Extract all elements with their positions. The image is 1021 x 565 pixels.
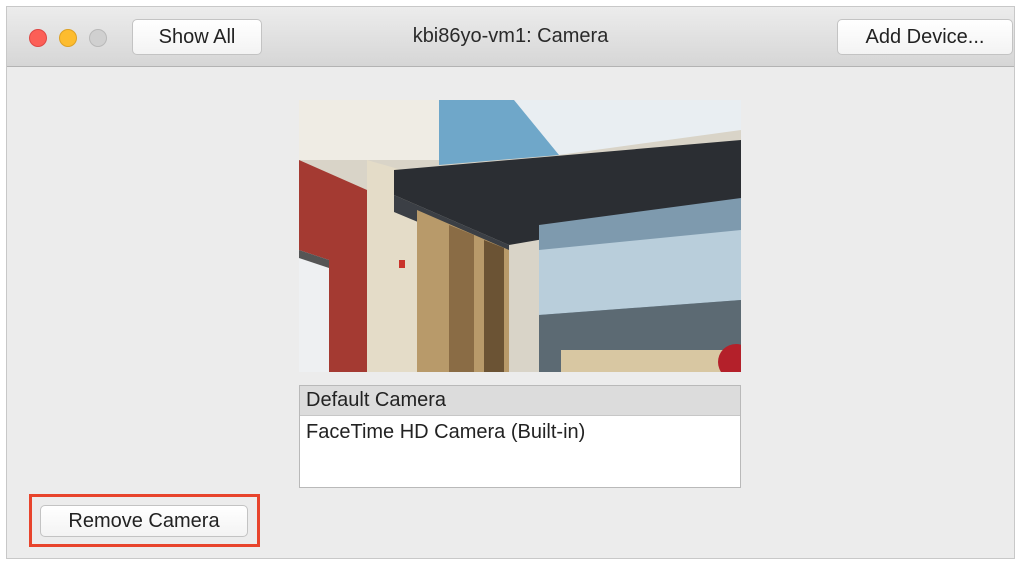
add-device-button[interactable]: Add Device...: [837, 19, 1013, 55]
camera-window: Show All kbi86yo-vm1: Camera Add Device.…: [6, 6, 1015, 559]
camera-preview-image: [299, 100, 741, 372]
list-header: Default Camera: [300, 386, 740, 416]
list-item[interactable]: FaceTime HD Camera (Built-in): [300, 416, 740, 448]
title-bar: Show All kbi86yo-vm1: Camera Add Device.…: [7, 7, 1014, 67]
remove-camera-button[interactable]: Remove Camera: [40, 505, 248, 537]
camera-device-list: Default Camera FaceTime HD Camera (Built…: [299, 385, 741, 488]
